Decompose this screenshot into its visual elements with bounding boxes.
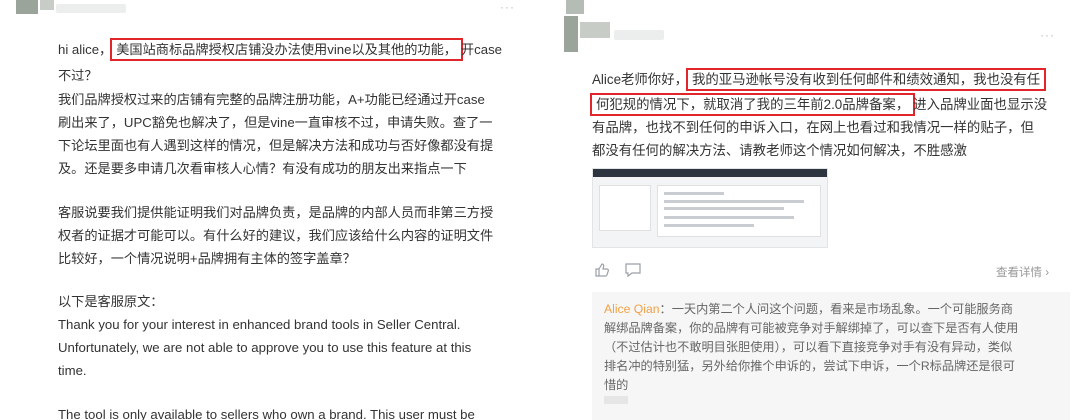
screenshot-line [664,192,724,195]
reply-text: ：一天内第二个人问这个问题，看来是市场乱象。一个可能服务商 [659,302,1013,316]
screenshot-line [664,207,784,210]
highlight-box: 何犯规的情况下，就取消了我的三年前2.0品牌备案， [590,93,916,116]
author-avatar-blurred [580,22,610,38]
post-line: 下论坛里面也有人遇到这样的情况，但是解决方法和成功与否好像都没有提 [58,138,494,153]
attached-screenshot[interactable] [592,168,828,248]
reply-line: Alice Qian：一天内第二个人问这个问题，看来是市场乱象。一个可能服务商 [604,300,1058,319]
post-line: 比较好，一个情况说明+品牌拥有主体的签字盖章？ [58,251,356,266]
screenshot-main-panel [657,185,821,237]
screenshot-line [664,200,804,203]
more-options-icon[interactable]: ··· [1040,28,1055,42]
author-name-blurred [56,4,126,13]
like-icon[interactable] [594,262,610,278]
author-avatar-top [566,0,584,14]
reply-footer-blurred [604,396,628,404]
screenshot-line [664,216,794,219]
post-line: Unfortunately, we are not able to approv… [58,340,472,355]
post-line: 有品牌，也找不到任何的申诉入口，在网上也看过和我情况一样的贴子，但 [592,120,1034,135]
post-line: 权者的证据才可能可以。有什么好的建议，我们应该给什么内容的证明文件 [58,228,494,243]
screenshot-sidebar [599,185,651,231]
screenshot-line [664,224,754,227]
highlight-box: 美国站商标品牌授权店铺没办法使用vine以及其他的功能， [110,38,463,61]
post-text: 开case [460,42,502,57]
view-details-link[interactable]: 查看详情 › [996,264,1049,280]
reply-line: （不过估计也不敢明目张胆使用），可以看下直接竞争对手有没有异动，类似 [604,340,1013,354]
post-line: The tool is only available to sellers wh… [58,407,475,420]
reply-line: 解绑品牌备案，你的品牌有可能被竞争对手解绑掉了，可以查下是否有人使用 [604,321,1019,335]
post-line: 我们品牌授权过来的店铺有完整的品牌注册功能，A+功能已经通过开case [58,92,485,107]
more-options-icon[interactable]: ··· [500,0,515,14]
post-line: 都没有任何的解决方法、请教老师这个情况如何解决，不胜感激 [592,143,967,158]
post-line: Alice老师你好， 我的亚马逊帐号没有收到任何邮件和绩效通知，我也没有任 [592,68,1072,91]
author-avatar[interactable] [16,0,38,14]
post-line: time. [58,363,87,378]
post-line: 以下是客服原文： [58,294,164,309]
column-gap [528,0,564,420]
post-text: 进入品牌业面也显示没 [913,97,1048,112]
post-line: 及。还是要多申请几次看审核人心情？有没有成功的朋友出来指点一下 [58,161,467,176]
reply-line: 惜的 [604,378,629,392]
author-avatar-blurred [40,0,54,10]
comment-icon[interactable] [624,262,642,278]
post-line: 刷出来了，UPC豁免也解决了，但是vine一直审核不过，申请失败。查了一 [58,115,493,130]
post-line: 客服说要我们提供能证明我们对品牌负责，是品牌的内部人员而非第三方授 [58,205,494,220]
post-text: Alice老师你好， [592,72,688,87]
right-post: ··· Alice老师你好， 我的亚马逊帐号没有收到任何邮件和绩效通知，我也没有任… [564,0,1080,420]
highlight-box: 我的亚马逊帐号没有收到任何邮件和绩效通知，我也没有任 [685,68,1047,91]
reply-box: Alice Qian：一天内第二个人问这个问题，看来是市场乱象。一个可能服务商 … [592,292,1070,420]
left-post: ··· hi alice， 美国站商标品牌授权店铺没办法使用vine以及其他的功能… [0,0,528,420]
screenshot-header-bar [593,169,827,177]
reply-line: 排名冲的特别猛，另外给你推个申诉的，尝试下申诉，一个R标品牌还是很可 [604,359,1015,373]
post-line: Thank you for your interest in enhanced … [58,317,461,332]
post-line: 不过？ [58,68,98,83]
reply-author[interactable]: Alice Qian [604,302,660,316]
post-text: hi alice， [58,42,113,57]
post-line: 何犯规的情况下，就取消了我的三年前2.0品牌备案， 进入品牌业面也显示没 [590,93,1072,116]
author-name-blurred [614,30,664,40]
author-avatar[interactable] [564,16,578,52]
post-line: hi alice， 美国站商标品牌授权店铺没办法使用vine以及其他的功能， 开ca… [58,38,528,61]
